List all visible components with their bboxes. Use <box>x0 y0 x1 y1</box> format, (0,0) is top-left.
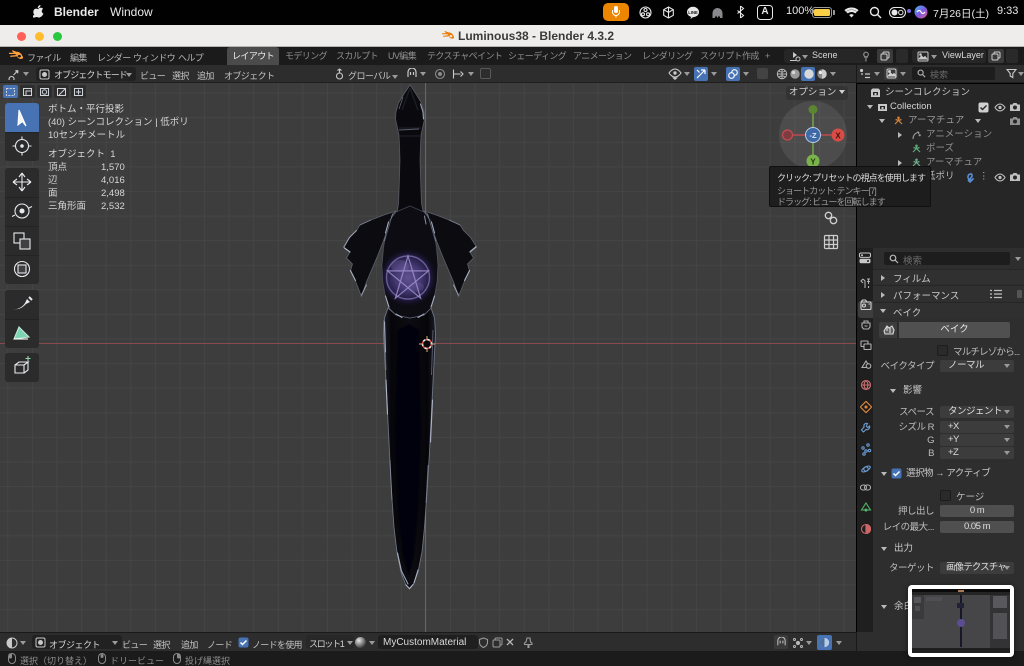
svg-text:X: X <box>835 131 841 140</box>
svg-text:Y: Y <box>810 157 816 166</box>
svg-text:LINE: LINE <box>688 10 698 15</box>
svg-text:-Z: -Z <box>809 131 816 140</box>
